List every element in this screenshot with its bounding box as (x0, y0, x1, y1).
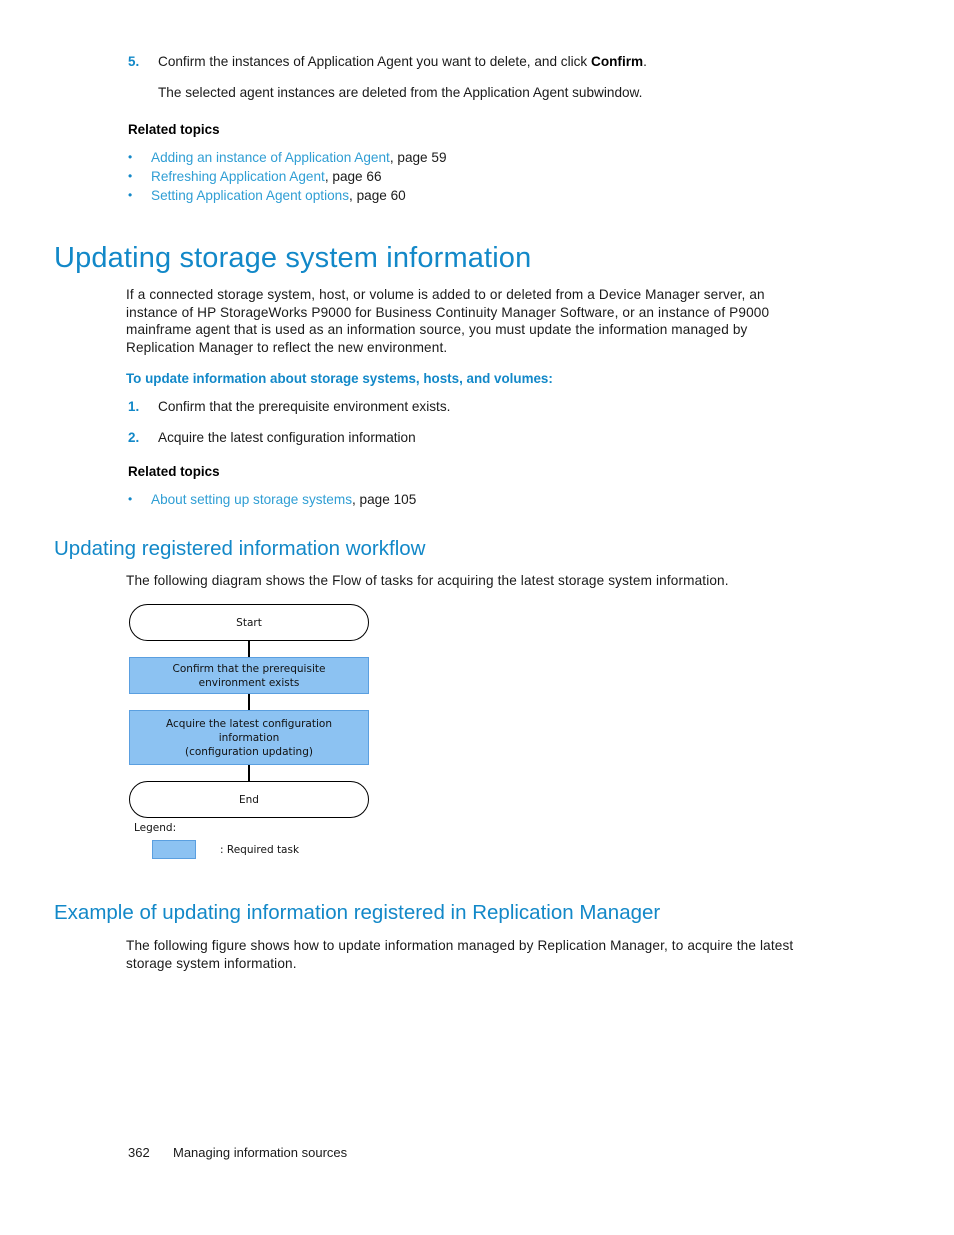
flow-task-2-line-3: (configuration updating) (185, 745, 313, 758)
flow-node-start: Start (129, 604, 369, 641)
legend-title: Legend: (134, 822, 177, 834)
procedure-heading: To update information about storage syst… (126, 371, 553, 386)
step-5-number: 5. (128, 54, 140, 69)
list-item: • Setting Application Agent options, pag… (128, 186, 688, 205)
flow-node-end-label: End (239, 793, 259, 806)
list-item: • Refreshing Application Agent, page 66 (128, 167, 688, 186)
procedure-step-2-text: Acquire the latest configuration informa… (158, 429, 416, 445)
workflow-intro-paragraph: The following diagram shows the Flow of … (126, 573, 729, 588)
related-topics-heading-1: Related topics (128, 122, 220, 137)
related-links-list-2: • About setting up storage systems, page… (128, 490, 688, 509)
related-link-text: Setting Application Agent options, page … (151, 186, 406, 205)
page-title: Updating storage system information (54, 242, 532, 274)
related-link-text: Refreshing Application Agent, page 66 (151, 167, 382, 186)
bullet-icon: • (128, 169, 133, 183)
section-heading-workflow: Updating registered information workflow (54, 537, 426, 560)
list-item: • About setting up storage systems, page… (128, 490, 688, 509)
step-5: 5. Confirm the instances of Application … (128, 53, 828, 101)
step-5-text-before: Confirm the instances of Application Age… (158, 54, 591, 69)
bullet-icon: • (128, 150, 133, 164)
flow-connector-3 (248, 765, 250, 781)
bullet-icon: • (128, 492, 133, 506)
flow-node-task-2: Acquire the latest configuration informa… (129, 710, 369, 765)
flow-connector-2 (248, 694, 250, 710)
flow-connector-1 (248, 641, 250, 657)
example-intro-paragraph: The following figure shows how to update… (126, 938, 794, 971)
flow-task-1-line-1: Confirm that the prerequisite (172, 662, 326, 675)
flow-task-1-line-2: environment exists (198, 676, 300, 689)
intro-paragraph: If a connected storage system, host, or … (126, 287, 770, 355)
step-5-text-after: . (643, 54, 647, 69)
step-5-row: 5. Confirm the instances of Application … (128, 53, 828, 71)
procedure-step-1-number: 1. (128, 399, 140, 414)
document-page: 5. Confirm the instances of Application … (0, 0, 954, 1235)
procedure-step-2-number: 2. (128, 429, 140, 445)
procedure-step-2: 2. Acquire the latest configuration info… (128, 429, 768, 447)
flowchart-legend: Legend: : Required task (134, 822, 299, 859)
page-footer: 362 Managing information sources (128, 1145, 347, 1160)
flow-node-task-2-label: Acquire the latest configuration informa… (166, 717, 332, 759)
step-5-result: The selected agent instances are deleted… (158, 84, 643, 100)
related-topics-heading-2: Related topics (128, 464, 220, 479)
legend-label-required-task: : Required task (220, 843, 300, 856)
step-5-bold-confirm: Confirm (591, 54, 644, 69)
workflow-flowchart: Start Confirm that the prerequisite envi… (129, 604, 369, 818)
legend-row-required-task: : Required task (134, 840, 299, 859)
flow-node-end: End (129, 781, 369, 818)
flow-node-task-1-label: Confirm that the prerequisite environmen… (173, 662, 326, 690)
link-adding-instance-application-agent[interactable]: Adding an instance of Application Agent (151, 150, 390, 165)
footer-page-number: 362 (128, 1145, 150, 1160)
procedure-step-1-text: Confirm that the prerequisite environmen… (158, 399, 451, 414)
page-reference: , page 105 (352, 492, 417, 507)
page-reference: , page 66 (324, 169, 382, 184)
link-setting-application-agent-options[interactable]: Setting Application Agent options (151, 188, 349, 203)
footer-section-title: Managing information sources (173, 1145, 348, 1160)
flow-task-2-line-1: Acquire the latest configuration (166, 717, 332, 730)
legend-swatch-required-task (152, 840, 196, 859)
step-5-text: Confirm the instances of Application Age… (158, 53, 828, 71)
procedure-step-1: 1. Confirm that the prerequisite environ… (128, 398, 768, 416)
page-reference: , page 59 (389, 150, 447, 165)
procedure-steps: 1. Confirm that the prerequisite environ… (128, 398, 768, 446)
flow-task-2-line-2: information (218, 731, 280, 744)
bullet-icon: • (128, 188, 133, 202)
link-about-setting-up-storage-systems[interactable]: About setting up storage systems (151, 492, 352, 507)
related-link-text: Adding an instance of Application Agent,… (151, 148, 447, 167)
link-refreshing-application-agent[interactable]: Refreshing Application Agent (151, 169, 325, 184)
flow-node-start-label: Start (236, 616, 262, 629)
related-link-text: About setting up storage systems, page 1… (151, 490, 416, 509)
flow-node-task-1: Confirm that the prerequisite environmen… (129, 657, 369, 694)
section-heading-example: Example of updating information register… (54, 901, 661, 924)
page-reference: , page 60 (349, 188, 406, 203)
list-item: • Adding an instance of Application Agen… (128, 148, 688, 167)
related-links-list-1: • Adding an instance of Application Agen… (128, 148, 688, 205)
